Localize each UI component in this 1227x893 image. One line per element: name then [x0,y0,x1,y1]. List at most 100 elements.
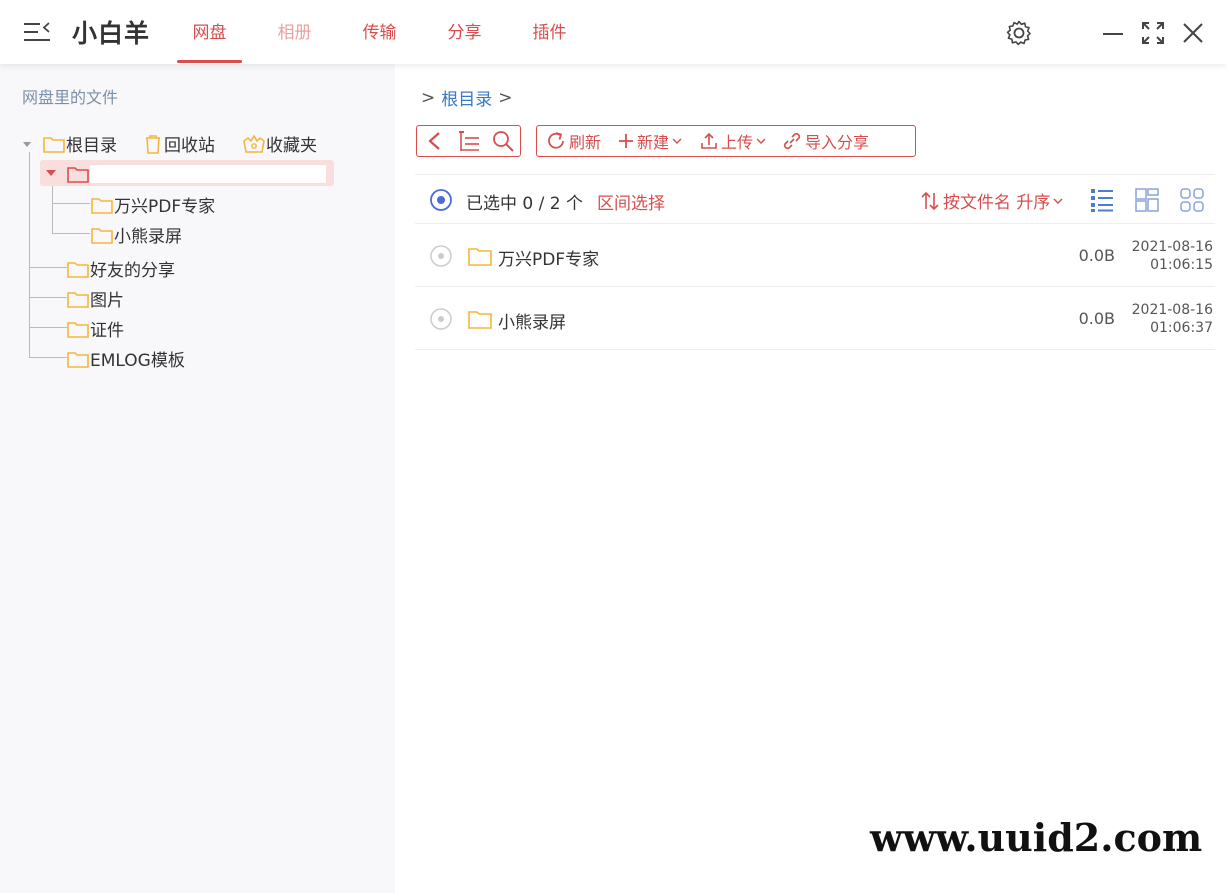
breadcrumb-separator: > [421,87,436,108]
tree-item-wanxing[interactable]: 万兴PDF专家 [90,192,215,217]
tree-view-button[interactable] [457,129,481,153]
sidebar-toggle-icon[interactable] [22,20,52,44]
tree-line [29,267,67,268]
upload-button[interactable]: 上传 [699,129,767,153]
back-arrow-icon [428,132,440,150]
sort-label: 按文件名 升序 [943,193,1051,213]
file-date-time: 01:06:15 [1150,257,1213,273]
tree-item-xiaoxiong[interactable]: 小熊录屏 [90,222,182,247]
tree-item-documents[interactable]: 证件 [66,316,124,341]
file-size: 0.0B [1078,246,1115,265]
tree-item-label: 证件 [90,321,124,341]
tree-item-label: 图片 [90,291,124,311]
folder-icon [67,167,89,183]
nav-tool-group [416,125,521,157]
breadcrumb-root[interactable]: 根目录 [441,85,492,110]
folder-icon [67,291,89,308]
favorites-label: 收藏夹 [266,136,317,156]
back-button[interactable] [425,130,443,152]
file-date-day: 2021-08-16 [1131,239,1213,255]
file-name: 小熊录屏 [498,313,566,333]
tab-share[interactable]: 分享 [432,18,497,43]
select-all-radio-icon[interactable] [429,188,453,212]
selection-count: 已选中 0 / 2 个 [466,194,583,214]
file-row[interactable]: 小熊录屏 0.0B 2021-08-16 01:06:37 [415,288,1215,350]
folder-icon [468,248,492,266]
grid-small-view-icon[interactable] [1179,187,1205,213]
tree-list-icon [459,131,479,151]
sort-button[interactable]: 按文件名 升序 [919,188,1064,213]
favorites-icon [243,133,265,153]
tree-line [29,357,67,358]
redacted-folder-name [90,165,326,183]
file-name: 万兴PDF专家 [498,250,600,270]
tab-transfer[interactable]: 传输 [347,18,412,43]
search-button[interactable] [491,129,515,153]
folder-icon [67,351,89,368]
sort-icon [921,191,939,210]
tree-item-pictures[interactable]: 图片 [66,286,124,311]
file-date: 2021-08-16 01:06:37 [1132,301,1213,337]
chevron-down-icon [672,138,682,144]
upload-icon [701,132,717,149]
tree-line [52,233,90,234]
main-panel: > 根目录 > 刷新 新建 上传 导入分享 已选中 0 / 2 个 区间选择 按… [395,64,1227,893]
refresh-icon [548,132,564,149]
app-title: 小白羊 [72,19,151,48]
file-row[interactable]: 万兴PDF专家 0.0B 2021-08-16 01:06:15 [415,225,1215,287]
chevron-down-icon [756,138,766,144]
tab-drive[interactable]: 网盘 [177,18,242,43]
plus-icon [619,134,634,148]
trash-icon [146,134,160,154]
folder-icon [468,311,492,329]
grid-large-view-icon[interactable] [1134,187,1160,213]
tree-item-label: 小熊录屏 [114,227,182,247]
selection-bar: 已选中 0 / 2 个 区间选择 按文件名 升序 [415,174,1215,224]
tab-plugins[interactable]: 插件 [517,18,582,43]
tree-item-label: EMLOG模板 [90,351,185,371]
tree-root[interactable]: 根目录 [20,131,117,156]
import-share-label: 导入分享 [805,133,870,152]
expand-arrow-icon[interactable] [44,166,58,180]
settings-gear-icon[interactable] [1005,19,1033,51]
active-tab-indicator [177,60,242,63]
chevron-down-icon [1053,198,1063,204]
tree-item-friends-share[interactable]: 好友的分享 [66,256,175,281]
new-button[interactable]: 新建 [617,129,683,153]
minimize-icon[interactable] [1101,22,1125,50]
expand-arrow-icon[interactable] [20,137,34,151]
recycle-bin-label: 回收站 [164,136,215,156]
file-date-day: 2021-08-16 [1131,302,1213,318]
folder-icon [67,261,89,278]
tree-item-label: 万兴PDF专家 [114,197,216,217]
maximize-icon[interactable] [1141,21,1165,49]
breadcrumb-separator: > [498,87,513,108]
tree-line [29,297,67,298]
favorites[interactable]: 收藏夹 [242,131,317,156]
tree-item-emlog[interactable]: EMLOG模板 [66,346,185,371]
new-label: 新建 [637,133,670,152]
search-icon [493,131,514,152]
tree-line [29,327,67,328]
breadcrumb: > 根目录 > [421,85,513,111]
top-bar: 小白羊 网盘 相册 传输 分享 插件 [0,0,1227,64]
row-radio-icon[interactable] [429,244,453,268]
upload-label: 上传 [721,133,754,152]
tree-item-label: 好友的分享 [90,261,175,281]
refresh-button[interactable]: 刷新 [545,129,601,153]
link-icon [783,132,801,150]
folder-icon [43,136,65,153]
file-date-time: 01:06:37 [1150,320,1213,336]
recycle-bin[interactable]: 回收站 [142,131,215,156]
import-share-button[interactable]: 导入分享 [781,129,869,153]
folder-icon [67,321,89,338]
tab-album[interactable]: 相册 [262,18,327,43]
refresh-label: 刷新 [569,133,602,152]
range-select-button[interactable]: 区间选择 [597,189,665,214]
watermark: www.uuid2.com [870,815,1203,860]
sidebar: 网盘里的文件 根目录 回收站 收藏夹 万兴PDF专家 小熊录屏 好友的分享 图片 [0,64,395,893]
list-view-icon[interactable] [1090,187,1114,213]
file-date: 2021-08-16 01:06:15 [1132,238,1213,274]
close-icon[interactable] [1181,21,1205,49]
row-radio-icon[interactable] [429,307,453,331]
